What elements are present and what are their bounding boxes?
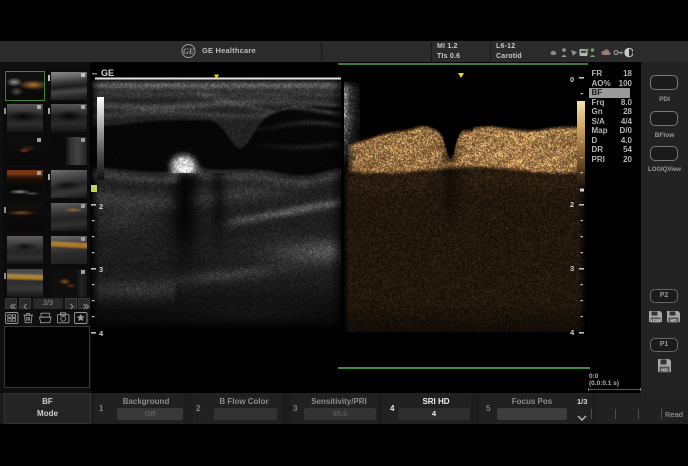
svg-text:2: 2 xyxy=(570,200,574,209)
svg-text:GE: GE xyxy=(101,68,114,78)
svg-text:HD: HD xyxy=(661,368,668,373)
svg-text:4: 4 xyxy=(99,329,104,338)
svg-text:4: 4 xyxy=(570,328,575,337)
svg-text:HD: HD xyxy=(670,318,677,323)
svg-text:0: 0 xyxy=(570,75,574,84)
svg-text:3: 3 xyxy=(570,264,574,273)
svg-text:GE: GE xyxy=(183,47,194,56)
svg-text:3: 3 xyxy=(99,265,103,274)
svg-text:USB: USB xyxy=(651,318,661,323)
svg-text:2: 2 xyxy=(99,202,103,211)
